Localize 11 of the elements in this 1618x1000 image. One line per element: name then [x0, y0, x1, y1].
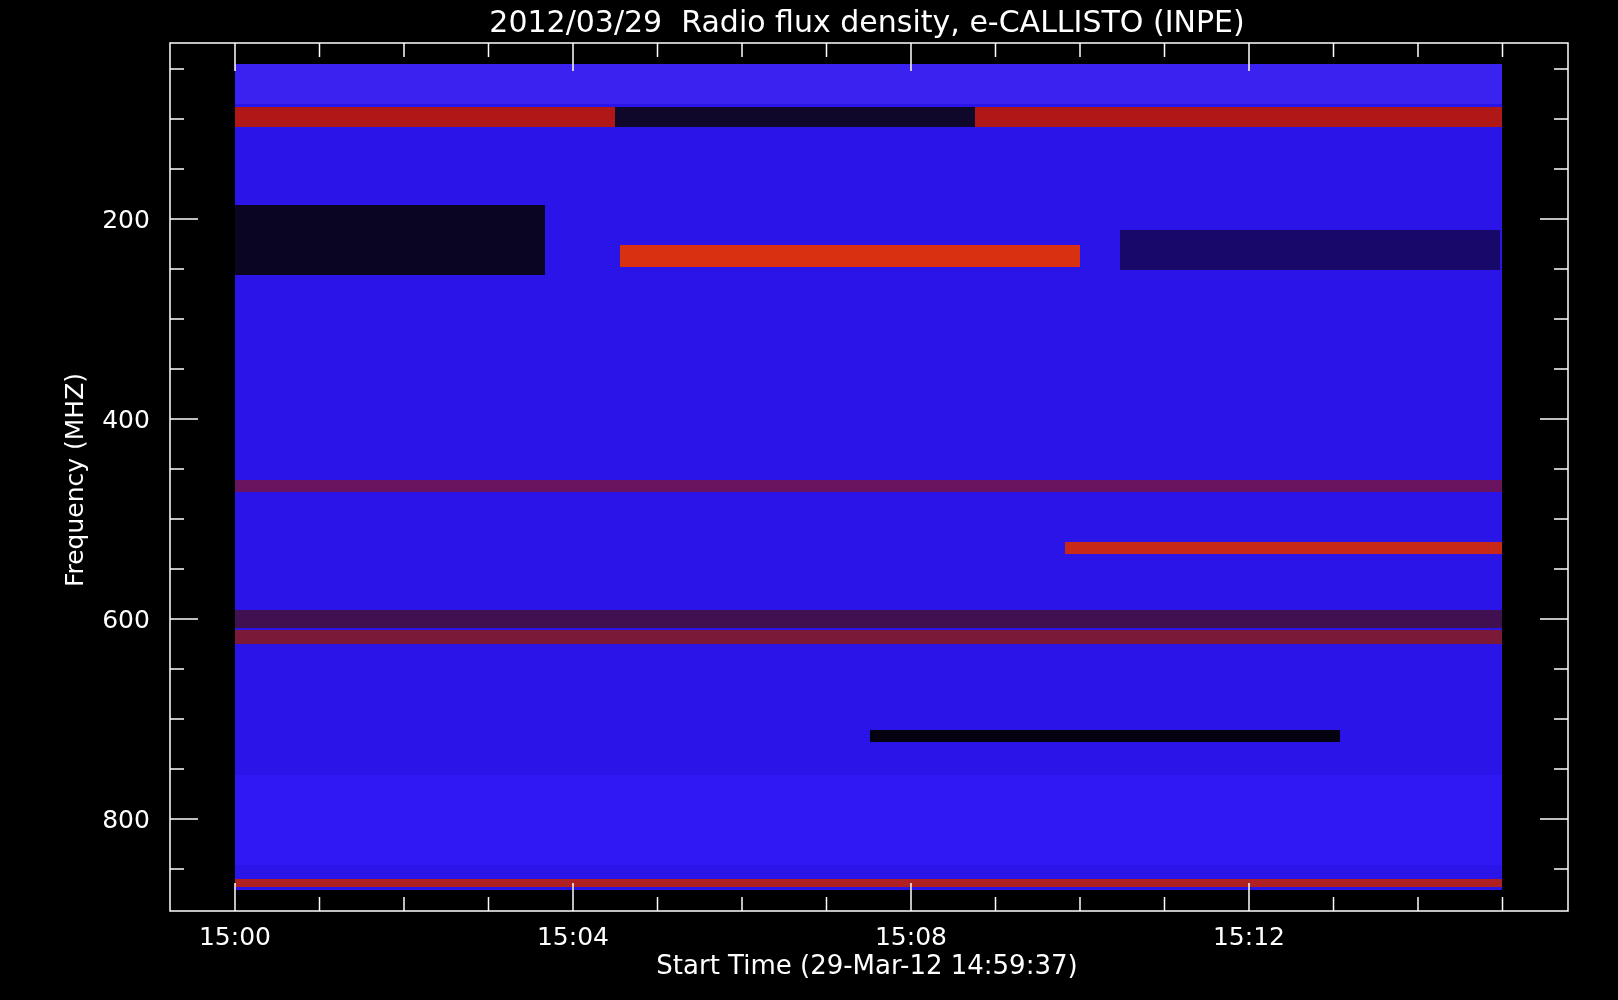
x-tick-label: 15:04 [537, 922, 609, 951]
y-tick-label: 400 [102, 405, 150, 434]
y-tick-label: 600 [102, 605, 150, 634]
y-axis-label: Frequency (MHZ) [60, 372, 89, 588]
y-tick-label: 200 [102, 205, 150, 234]
x-axis-label: Start Time (29-Mar-12 14:59:37) [656, 950, 1078, 980]
chart-title: 2012/03/29 Radio flux density, e-CALLISTO (INPE) [489, 4, 1245, 39]
x-tick-label: 15:00 [199, 922, 271, 951]
y-tick-label: 800 [102, 805, 150, 834]
x-tick-label: 15:08 [875, 922, 947, 951]
x-tick-label: 15:12 [1213, 922, 1285, 951]
